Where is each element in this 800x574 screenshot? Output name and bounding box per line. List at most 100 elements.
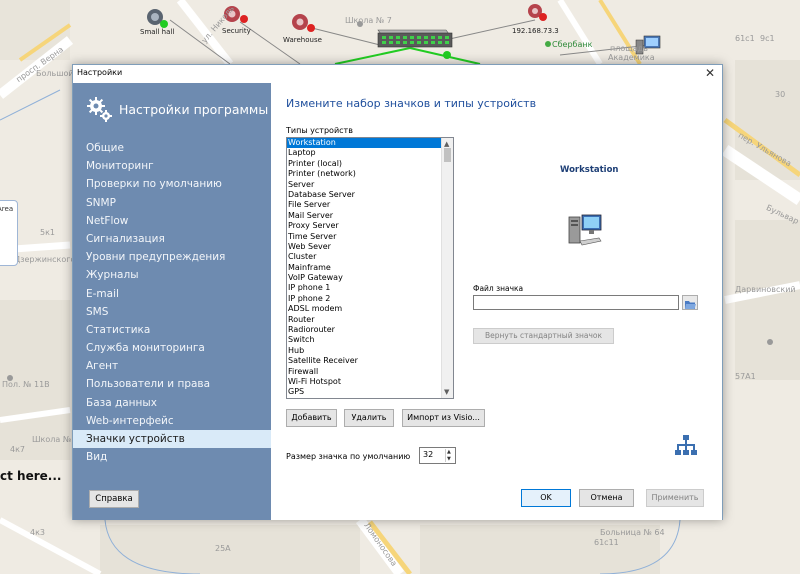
help-button[interactable]: Справка (89, 490, 139, 508)
sidebar-item[interactable]: Уровни предупреждения (73, 248, 271, 266)
sidebar-item[interactable]: Общие (73, 139, 271, 157)
list-item[interactable]: Switch (287, 335, 442, 345)
list-item[interactable]: Laptop (287, 148, 442, 158)
icon-file-input[interactable] (473, 295, 679, 310)
gears-icon (87, 97, 112, 122)
device-icons-panel: Измените набор значков и типы устройств … (271, 83, 722, 520)
map-street-label: площадь (610, 44, 648, 53)
map-street-label: Академика (608, 53, 655, 62)
map-house-number: 5к1 (40, 228, 56, 237)
map-house-number: 57А1 (735, 372, 756, 381)
browse-folder-button[interactable] (682, 295, 698, 310)
list-item[interactable]: Router (287, 315, 442, 325)
network-topology-icon (675, 435, 697, 455)
list-item[interactable]: Server (287, 180, 442, 190)
sidebar-item[interactable]: SMS (73, 303, 271, 321)
bank-label: Сбербанк (552, 40, 593, 49)
list-item[interactable]: Radiorouter (287, 325, 442, 335)
sidebar-item[interactable]: Вид (73, 448, 271, 466)
map-house-number: 30 (775, 90, 786, 99)
map-node-label: Warehouse (283, 36, 322, 44)
apply-button[interactable]: Применить (646, 489, 704, 507)
stepper-down-icon[interactable]: ▼ (447, 456, 451, 462)
sidebar-item[interactable]: Журналы (73, 266, 271, 284)
reset-icon-button[interactable]: Вернуть стандартный значок (473, 328, 614, 344)
map-street-label: Школа № 7 (345, 16, 392, 25)
list-item[interactable]: Workstation (287, 138, 442, 149)
map-house-number: 4к3 (30, 528, 46, 537)
sidebar-item[interactable]: Мониторинг (73, 157, 271, 175)
map-house-number: 61с1 (735, 34, 755, 43)
area-label: Area (0, 205, 14, 213)
settings-dialog: Настройки ✕ Настройки программы Общие Мо… (72, 64, 723, 520)
stepper-arrows[interactable]: ▲ ▼ (445, 449, 454, 462)
list-item[interactable]: GPS (287, 387, 442, 397)
list-item[interactable]: Wi-Fi Hotspot (287, 377, 442, 387)
delete-button[interactable]: Удалить (344, 409, 394, 427)
import-visio-button[interactable]: Импорт из Visio... (402, 409, 485, 427)
preview-device-name: Workstation (560, 165, 619, 175)
list-item[interactable]: Proxy Server (287, 221, 442, 231)
settings-sidebar: Настройки программы Общие Мониторинг Прове… (73, 83, 271, 520)
scroll-down-icon[interactable]: ▼ (444, 388, 449, 396)
list-item[interactable]: Time Server (287, 232, 442, 242)
click-here-text[interactable]: ct here... (0, 469, 61, 483)
sidebar-header: Настройки программы (85, 95, 269, 125)
list-item[interactable]: Firewall (287, 367, 442, 377)
sidebar-item[interactable]: Значки устройств (73, 430, 271, 449)
list-item[interactable]: Web Sever (287, 242, 442, 252)
default-size-value[interactable]: 32 (423, 450, 433, 459)
add-button[interactable]: Добавить (286, 409, 337, 427)
list-item[interactable]: Printer (local) (287, 159, 442, 169)
scroll-up-icon[interactable]: ▲ (444, 140, 449, 148)
ok-button[interactable]: OK (521, 489, 571, 507)
sidebar-item[interactable]: Web-интерфейс (73, 412, 271, 430)
list-item[interactable]: File Server (287, 200, 442, 210)
icon-file-label: Файл значка (473, 284, 524, 293)
sidebar-menu: Общие Мониторинг Проверки по умолчанию SNMP… (73, 139, 271, 466)
device-list-scrollbar[interactable]: ▲ ▼ (441, 138, 453, 398)
list-item[interactable]: Mail Server (287, 211, 442, 221)
sidebar-item[interactable]: Проверки по умолчанию (73, 175, 271, 193)
default-size-stepper[interactable]: 32 ▲ ▼ (419, 447, 456, 464)
map-house-number: 61с11 (594, 538, 619, 547)
dialog-titlebar[interactable]: Настройки ✕ (73, 65, 722, 83)
map-street-label: Дарвиновский (735, 285, 796, 294)
workstation-icon (568, 214, 602, 246)
list-item[interactable]: Hub (287, 346, 442, 356)
device-types-listbox[interactable]: Workstation Laptop Printer (local) Printer … (286, 137, 454, 399)
list-item[interactable]: Cluster (287, 252, 442, 262)
map-node-label: 192.168.73.3 (512, 27, 559, 35)
list-item[interactable]: IP phone 2 (287, 294, 442, 304)
sidebar-item[interactable]: Агент (73, 357, 271, 375)
list-item[interactable]: IP phone 1 (287, 283, 442, 293)
sidebar-item[interactable]: E-mail (73, 285, 271, 303)
map-street-label: Школа № (32, 435, 72, 444)
sidebar-item[interactable]: Пользователи и права (73, 375, 271, 393)
sidebar-item[interactable]: Служба мониторинга (73, 339, 271, 357)
list-item[interactable]: Satellite Receiver (287, 356, 442, 366)
device-types-label: Типы устройств (286, 126, 353, 135)
map-area-box[interactable]: Area (0, 200, 18, 266)
sidebar-item[interactable]: База данных (73, 394, 271, 412)
scroll-thumb[interactable] (444, 148, 451, 162)
sidebar-item[interactable]: Сигнализация (73, 230, 271, 248)
map-house-number: 25А (215, 544, 231, 553)
cancel-button[interactable]: Отмена (579, 489, 634, 507)
map-node-label: Small hall (140, 28, 175, 36)
map-street-label: Дзержинского (14, 255, 76, 264)
sidebar-title: Настройки программы (119, 102, 269, 117)
list-item[interactable]: Database Server (287, 190, 442, 200)
list-item[interactable]: Mainframe (287, 263, 442, 273)
dialog-title: Настройки (77, 68, 123, 77)
sidebar-item[interactable]: SNMP (73, 194, 271, 212)
stepper-up-icon[interactable]: ▲ (447, 449, 451, 455)
list-item[interactable]: VoIP Gateway (287, 273, 442, 283)
page-title: Измените набор значков и типы устройств (286, 97, 537, 110)
sidebar-item[interactable]: Статистика (73, 321, 271, 339)
list-item[interactable]: ADSL modem (287, 304, 442, 314)
close-icon[interactable]: ✕ (703, 65, 717, 81)
list-item[interactable]: Printer (network) (287, 169, 442, 179)
map-node-label: Security (222, 27, 251, 35)
sidebar-item[interactable]: NetFlow (73, 212, 271, 230)
